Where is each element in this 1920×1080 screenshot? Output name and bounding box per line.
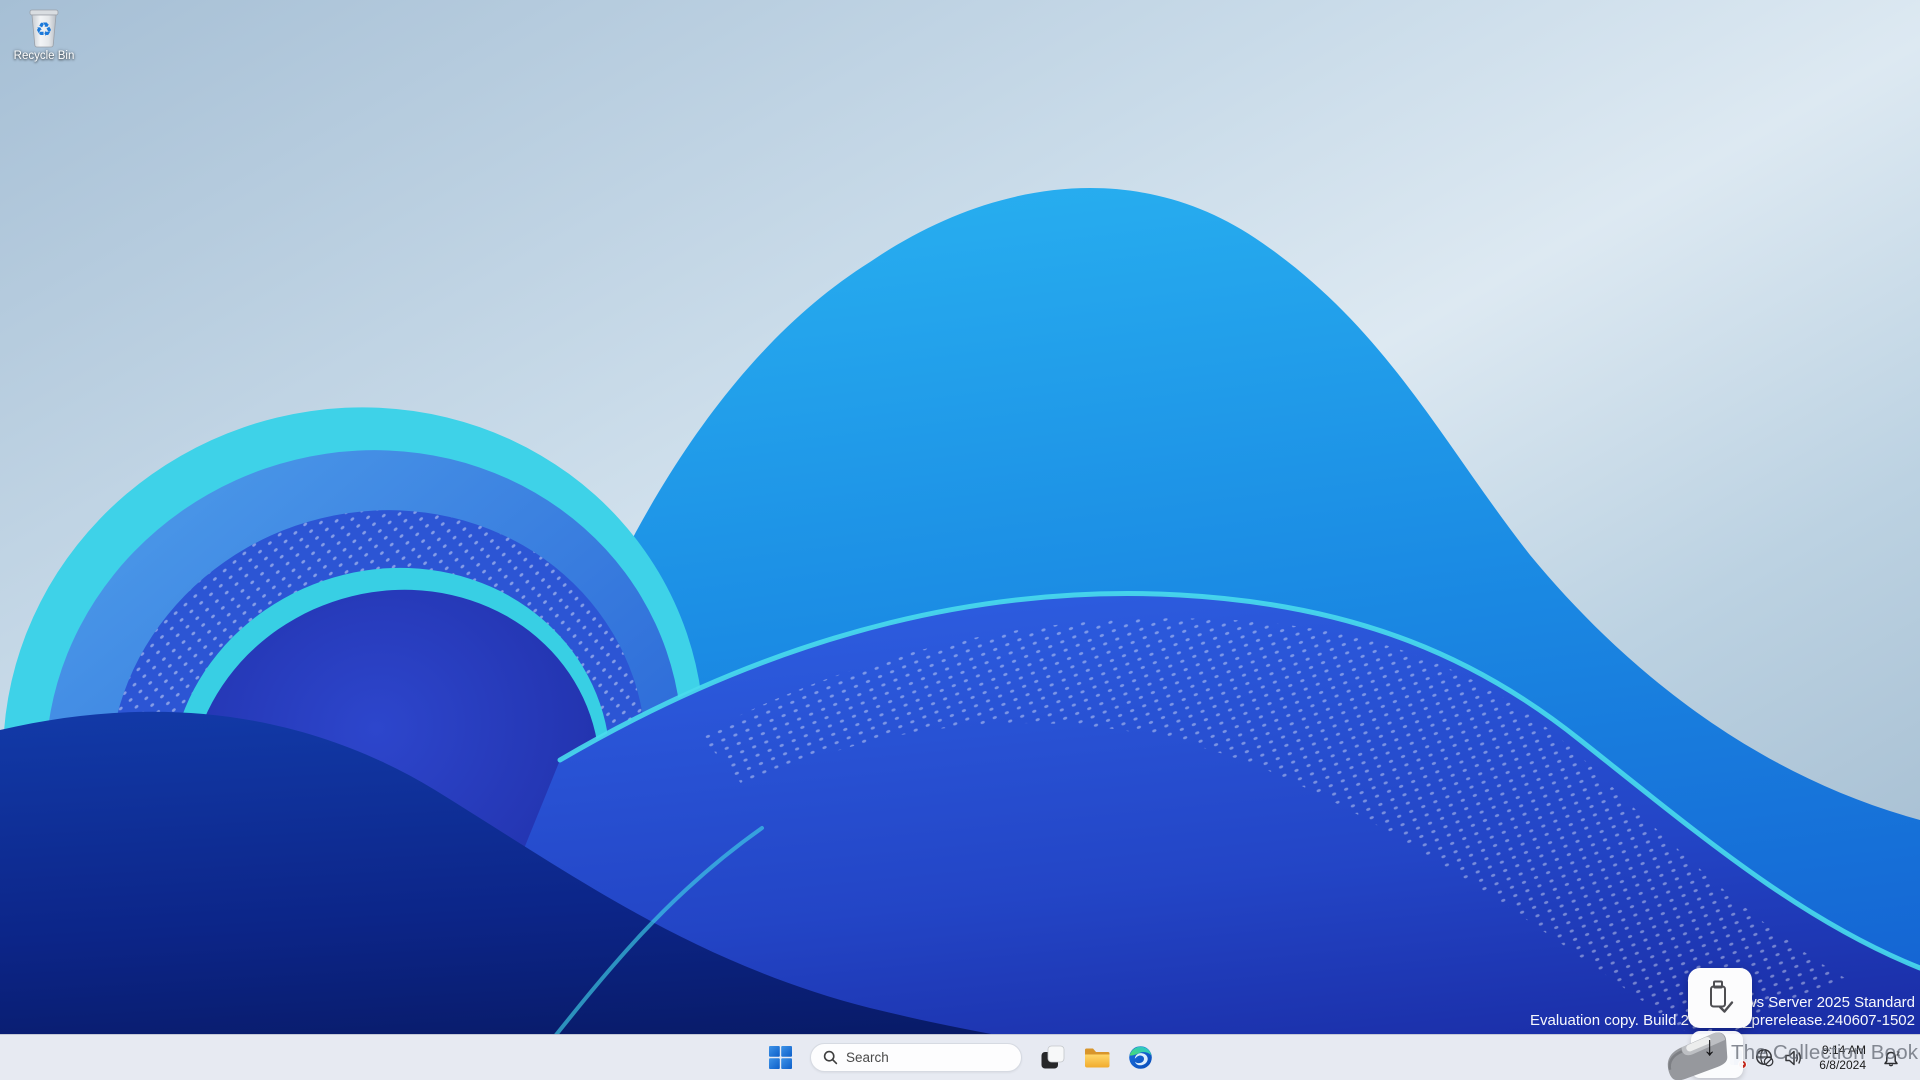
recycle-bin-label: Recycle Bin	[13, 50, 75, 62]
windows-logo-icon	[768, 1046, 792, 1069]
taskbar-search[interactable]	[810, 1043, 1022, 1072]
task-view-button[interactable]	[1032, 1038, 1072, 1078]
book-logo-icon	[1667, 1032, 1728, 1080]
recycle-bin-glyph: ♻	[29, 9, 59, 48]
recycle-bin-icon[interactable]: ♻ Recycle Bin	[6, 6, 82, 62]
file-explorer-icon	[1084, 1048, 1109, 1067]
desktop-screen: ♻ Recycle Bin Windows Server 2025 Standa…	[0, 0, 1920, 1080]
svg-text:♻: ♻	[35, 19, 52, 41]
edge-icon	[1128, 1046, 1152, 1069]
task-view-icon	[1041, 1045, 1064, 1069]
safely-remove-hardware-card[interactable]	[1688, 968, 1752, 1028]
edge-browser-button[interactable]	[1120, 1038, 1160, 1078]
start-button[interactable]	[760, 1038, 800, 1078]
taskbar-center-group	[0, 1035, 1920, 1080]
usb-drive-check-icon	[1710, 980, 1734, 1013]
file-explorer-button[interactable]	[1076, 1038, 1116, 1078]
brand-watermark-text: The Collection Book	[1731, 1041, 1919, 1064]
search-input[interactable]	[846, 1050, 996, 1065]
wallpaper-bloom	[0, 0, 1920, 1080]
taskbar: 9:14 AM 6/8/2024 z	[0, 1034, 1920, 1080]
down-arrow-icon: ↓	[1703, 1031, 1717, 1061]
search-icon	[823, 1050, 838, 1065]
